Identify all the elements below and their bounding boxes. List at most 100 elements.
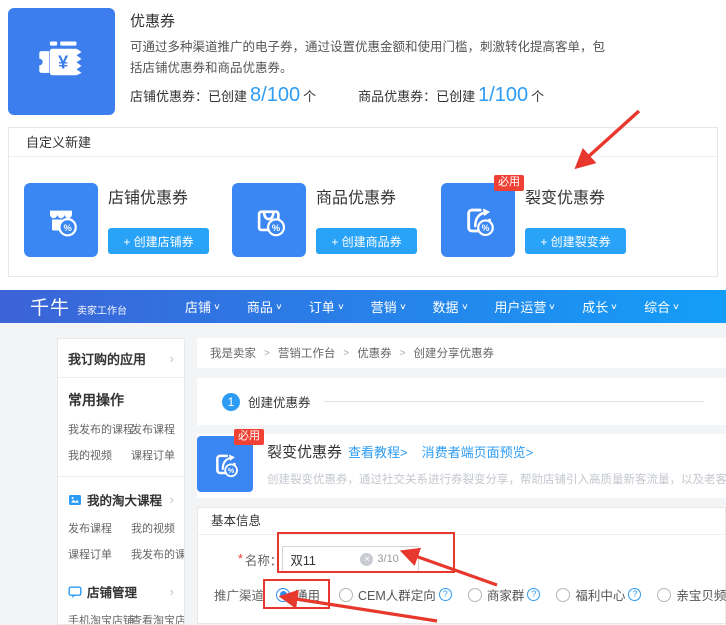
- channel-label: 推广渠道: [214, 589, 265, 603]
- name-label: 名称：: [244, 553, 283, 568]
- sidebar-link[interactable]: 我的视频: [68, 447, 126, 463]
- nav-item-data[interactable]: 数据 ∨: [433, 297, 469, 316]
- char-counter: 3/10: [377, 553, 399, 565]
- nav-item-shop[interactable]: 店铺 ∨: [185, 297, 221, 316]
- name-input-wrap: × 3/10: [282, 546, 420, 572]
- shop-coupon-icon: %: [24, 183, 98, 257]
- card-title: 商品优惠券: [316, 190, 397, 207]
- qianniu-logo[interactable]: 千牛 卖家工作台: [30, 293, 127, 320]
- sidebar-item-shop-manage[interactable]: 店铺管理 ›: [68, 582, 174, 601]
- sidebar-link[interactable]: 发布课程: [68, 520, 126, 536]
- radio-icon[interactable]: [556, 587, 571, 602]
- sidebar-section-links: 手机淘宝店铺 查看淘宝店铺 图片空间 店铺装修: [68, 612, 184, 624]
- step-number: 1: [222, 392, 240, 411]
- radio-icon[interactable]: [657, 587, 672, 602]
- required-badge: 必用: [494, 175, 524, 191]
- coupon-stats: 店铺优惠券：已创建 8/100 个 商品优惠券：已创建 1/100 个: [130, 84, 544, 107]
- create-fission-coupon-button[interactable]: + 创建裂变券: [525, 228, 626, 254]
- create-goods-coupon-button[interactable]: + 创建商品券: [316, 228, 417, 254]
- shop-coupon-stat: 店铺优惠券：已创建 8/100 个: [130, 84, 317, 106]
- sidebar-link[interactable]: 课程订单: [68, 546, 126, 562]
- nav-item-user-ops[interactable]: 用户运营 ∨: [494, 297, 557, 316]
- nav-menu: 店铺 ∨ 商品 ∨ 订单 ∨ 营销 ∨ 数据 ∨ 用户运营 ∨ 成长 ∨ 综合 ∨: [185, 297, 680, 316]
- channel-field-row: 推广渠道 通用 CEM人群定向 ? 商家群 ? 福利中心 ? 亲宝贝频: [198, 585, 726, 604]
- nav-item-goods[interactable]: 商品 ∨: [247, 297, 283, 316]
- breadcrumb-item[interactable]: 我是卖家: [210, 345, 256, 361]
- fission-coupon-icon: 必用 %: [441, 175, 524, 257]
- svg-text:%: %: [228, 466, 235, 475]
- consumer-preview-link[interactable]: 消费者端页面预览>: [422, 442, 534, 461]
- breadcrumb-item[interactable]: 营销工作台: [278, 345, 336, 361]
- shop-coupon-count: 8/100: [250, 84, 301, 106]
- radio-merchant-group[interactable]: 商家群 ?: [467, 585, 541, 604]
- nav-item-growth[interactable]: 成长 ∨: [582, 297, 618, 316]
- create-shop-coupon-button[interactable]: + 创建店铺券: [108, 228, 209, 254]
- fission-description: 创建裂变优惠券，通过社交关系进行券裂变分享，帮助店铺引入高质量新客流量，以及老客…: [267, 474, 726, 486]
- help-icon[interactable]: ?: [628, 588, 642, 601]
- radio-icon[interactable]: [339, 587, 354, 602]
- breadcrumb-item[interactable]: 优惠券: [357, 345, 392, 361]
- sidebar: 我订购的应用 › 常用操作 我发布的课程 发布课程 我的视频 课程订单 我的淘大…: [57, 338, 185, 625]
- basic-info-panel: 基本信息 * 名称： × 3/10 推广渠道 通用: [197, 507, 726, 624]
- chevron-down-icon: ∨: [398, 302, 407, 311]
- chevron-right-icon: ›: [169, 350, 174, 366]
- goods-coupon-stat: 商品优惠券：已创建 1/100 个: [358, 84, 545, 106]
- channel-options: 通用 CEM人群定向 ? 商家群 ? 福利中心 ? 亲宝贝频: [276, 585, 726, 604]
- name-input[interactable]: [290, 552, 361, 566]
- svg-text:%: %: [482, 223, 490, 233]
- sidebar-link[interactable]: 我发布的课程: [68, 421, 134, 437]
- help-icon[interactable]: ?: [527, 588, 541, 601]
- sidebar-link[interactable]: 发布课程: [131, 421, 175, 437]
- shop-coupon-card: % 店铺优惠券 + 创建店铺券: [24, 183, 209, 257]
- nav-item-marketing[interactable]: 营销 ∨: [371, 297, 407, 316]
- fission-title: 裂变优惠券: [267, 444, 343, 461]
- qianniu-navbar: 千牛 卖家工作台 店铺 ∨ 商品 ∨ 订单 ∨ 营销 ∨ 数据 ∨ 用户运营 ∨ 成长 ∨ 综…: [0, 290, 726, 323]
- chevron-down-icon: ∨: [275, 302, 283, 311]
- chevron-down-icon: ∨: [548, 302, 557, 311]
- radio-general[interactable]: 通用: [276, 585, 323, 604]
- radio-qinbaobei-channel[interactable]: 亲宝贝频道 ?: [657, 585, 726, 604]
- course-icon: [69, 494, 81, 505]
- chevron-down-icon: ∨: [460, 302, 469, 311]
- sidebar-quick-links: 我发布的课程 发布课程 我的视频 课程订单: [68, 421, 175, 463]
- coupon-ticket-icon: ¥: [8, 8, 115, 115]
- help-icon[interactable]: ?: [438, 588, 452, 601]
- section-title: 基本信息: [198, 508, 725, 535]
- required-badge: 必用: [234, 429, 264, 445]
- panel-title: 自定义新建: [9, 128, 717, 157]
- sidebar-section-links: 发布课程 我的视频 课程订单 我发布的课程: [68, 520, 184, 562]
- nav-item-misc[interactable]: 综合 ∨: [644, 297, 680, 316]
- sidebar-link[interactable]: 手机淘宝店铺: [68, 612, 134, 624]
- sidebar-link[interactable]: 我的视频: [131, 520, 184, 536]
- step-indicator: 1 创建优惠券: [197, 378, 726, 425]
- breadcrumb-separator: >: [343, 347, 350, 359]
- main-content: 我是卖家 > 营销工作台 > 优惠券 > 创建分享优惠券 1 创建优惠券 必用 …: [197, 338, 726, 624]
- custom-create-panel: 自定义新建 % 店铺优惠券 + 创建店铺券 % 商品优惠券 + 创建商品券 必用…: [8, 127, 718, 277]
- breadcrumb-separator: >: [264, 347, 270, 359]
- radio-selected-icon[interactable]: [276, 587, 291, 602]
- goods-coupon-icon: %: [232, 183, 306, 257]
- nav-item-orders[interactable]: 订单 ∨: [309, 297, 345, 316]
- svg-text:¥: ¥: [58, 52, 68, 72]
- fission-coupon-header: 必用 % 裂变优惠券 查看教程> 消费者端页面预览> 创建裂变优惠券，通过社交关…: [197, 429, 726, 498]
- svg-text:%: %: [63, 223, 72, 233]
- breadcrumb-item[interactable]: 创建分享优惠券: [414, 345, 495, 361]
- chevron-right-icon: ›: [169, 584, 174, 599]
- chevron-down-icon: ∨: [672, 302, 680, 311]
- breadcrumb: 我是卖家 > 营销工作台 > 优惠券 > 创建分享优惠券: [197, 338, 726, 368]
- goods-coupon-card: % 商品优惠券 + 创建商品券: [232, 183, 417, 257]
- shop-manage-icon: [68, 586, 82, 598]
- sidebar-link[interactable]: 我发布的课程: [131, 546, 184, 562]
- radio-cem-targeting[interactable]: CEM人群定向 ?: [339, 585, 452, 604]
- page-title: 优惠券: [130, 13, 176, 30]
- svg-text:%: %: [272, 223, 281, 233]
- sidebar-item-taoda-courses[interactable]: 我的淘大课程 ›: [68, 490, 174, 509]
- sidebar-item-my-apps[interactable]: 我订购的应用 ›: [58, 339, 184, 378]
- tutorial-link[interactable]: 查看教程>: [348, 442, 408, 461]
- sidebar-link[interactable]: 查看淘宝店铺: [131, 612, 184, 624]
- chevron-down-icon: ∨: [336, 302, 345, 311]
- radio-icon[interactable]: [467, 587, 482, 602]
- radio-welfare-center[interactable]: 福利中心 ?: [556, 585, 642, 604]
- clear-icon[interactable]: ×: [360, 552, 374, 566]
- sidebar-link[interactable]: 课程订单: [131, 447, 175, 463]
